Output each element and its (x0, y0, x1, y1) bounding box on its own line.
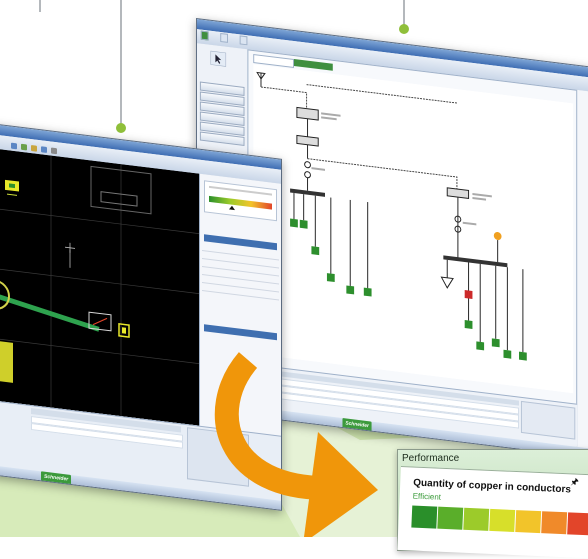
efficiency-scale (401, 467, 588, 536)
efficiency-scale-segment (541, 511, 568, 535)
efficiency-scale-segment (463, 507, 490, 531)
performance-panel: Performance Quantity of copper in conduc… (397, 449, 588, 559)
efficiency-rating-label: Efficient (412, 491, 442, 502)
efficiency-scale-segment (411, 505, 438, 529)
efficiency-scale-segment (489, 508, 516, 533)
pin-icon[interactable]: 🖈 (570, 474, 579, 490)
efficiency-scale-segment (515, 510, 542, 534)
performance-panel-body: Quantity of copper in conductors 🖈 Effic… (397, 466, 588, 559)
efficiency-scale-segment (437, 506, 464, 530)
performance-panel-title: Performance (402, 453, 460, 464)
efficiency-scale-segment (567, 512, 588, 536)
